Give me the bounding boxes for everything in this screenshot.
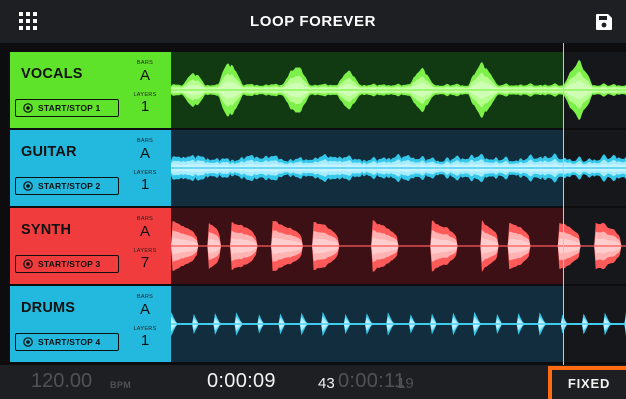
position-time: 0:00:09 xyxy=(207,370,276,392)
track-waveform[interactable] xyxy=(171,208,626,284)
target-icon xyxy=(23,337,33,347)
transport-bar: 120.00 BPM 0:00:09 43 0:00:11 19 xyxy=(0,365,626,399)
start-stop-button[interactable]: START/STOP 2 xyxy=(15,177,119,195)
track-name: DRUMS xyxy=(21,300,76,316)
start-stop-label: START/STOP 2 xyxy=(38,181,101,191)
layers-value[interactable]: 1 xyxy=(131,332,159,349)
track-name: VOCALS xyxy=(21,66,83,82)
track-header[interactable]: SYNTH BARS A LAYERS 7 START/STOP 3 xyxy=(10,208,171,284)
track-waveform[interactable] xyxy=(171,52,626,128)
start-stop-label: START/STOP 3 xyxy=(38,259,101,269)
loop-length-fraction: 19 xyxy=(397,375,414,392)
track-waveform[interactable] xyxy=(171,286,626,362)
tempo-value[interactable]: 120.00 xyxy=(31,370,92,393)
tempo-unit: BPM xyxy=(110,380,132,390)
layers-value[interactable]: 1 xyxy=(131,176,159,193)
bars-label: BARS xyxy=(136,216,154,222)
start-stop-label: START/STOP 4 xyxy=(38,337,101,347)
layers-value[interactable]: 1 xyxy=(131,98,159,115)
track-row[interactable]: SYNTH BARS A LAYERS 7 START/STOP 3 xyxy=(10,208,626,284)
start-stop-button[interactable]: START/STOP 4 xyxy=(15,333,119,351)
bars-value[interactable]: A xyxy=(131,145,159,162)
loop-length-time: 0:00:11 xyxy=(338,370,406,392)
bars-label: BARS xyxy=(136,138,154,144)
fixed-mode-button[interactable]: FIXED xyxy=(548,366,626,399)
start-stop-button[interactable]: START/STOP 1 xyxy=(15,99,119,117)
save-icon[interactable] xyxy=(595,13,613,31)
layers-value[interactable]: 7 xyxy=(131,254,159,271)
position-time-fraction: 43 xyxy=(318,375,335,392)
app-title: LOOP FOREVER xyxy=(249,13,377,30)
track-waveform[interactable] xyxy=(171,130,626,206)
bars-value[interactable]: A xyxy=(131,223,159,240)
top-bar: LOOP FOREVER xyxy=(0,0,626,43)
waveform-graphic xyxy=(171,286,626,362)
track-name: SYNTH xyxy=(21,222,72,238)
track-row[interactable]: VOCALS BARS A LAYERS 1 START/STOP 1 xyxy=(10,52,626,128)
track-name: GUITAR xyxy=(21,144,77,160)
fixed-mode-label: FIXED xyxy=(567,376,611,391)
track-header[interactable]: GUITAR BARS A LAYERS 1 START/STOP 2 xyxy=(10,130,171,206)
target-icon xyxy=(23,103,33,113)
playhead xyxy=(563,43,564,365)
bars-value[interactable]: A xyxy=(131,67,159,84)
start-stop-button[interactable]: START/STOP 3 xyxy=(15,255,119,273)
target-icon xyxy=(23,259,33,269)
track-row[interactable]: GUITAR BARS A LAYERS 1 START/STOP 2 xyxy=(10,130,626,206)
start-stop-label: START/STOP 1 xyxy=(38,103,101,113)
track-header[interactable]: DRUMS BARS A LAYERS 1 START/STOP 4 xyxy=(10,286,171,362)
track-header[interactable]: VOCALS BARS A LAYERS 1 START/STOP 1 xyxy=(10,52,171,128)
waveform-graphic xyxy=(171,208,626,284)
waveform-graphic xyxy=(171,130,626,206)
bars-label: BARS xyxy=(136,294,154,300)
waveform-graphic xyxy=(171,52,626,128)
target-icon xyxy=(23,181,33,191)
bars-label: BARS xyxy=(136,60,154,66)
bars-value[interactable]: A xyxy=(131,301,159,318)
track-row[interactable]: DRUMS BARS A LAYERS 1 START/STOP 4 xyxy=(10,286,626,362)
